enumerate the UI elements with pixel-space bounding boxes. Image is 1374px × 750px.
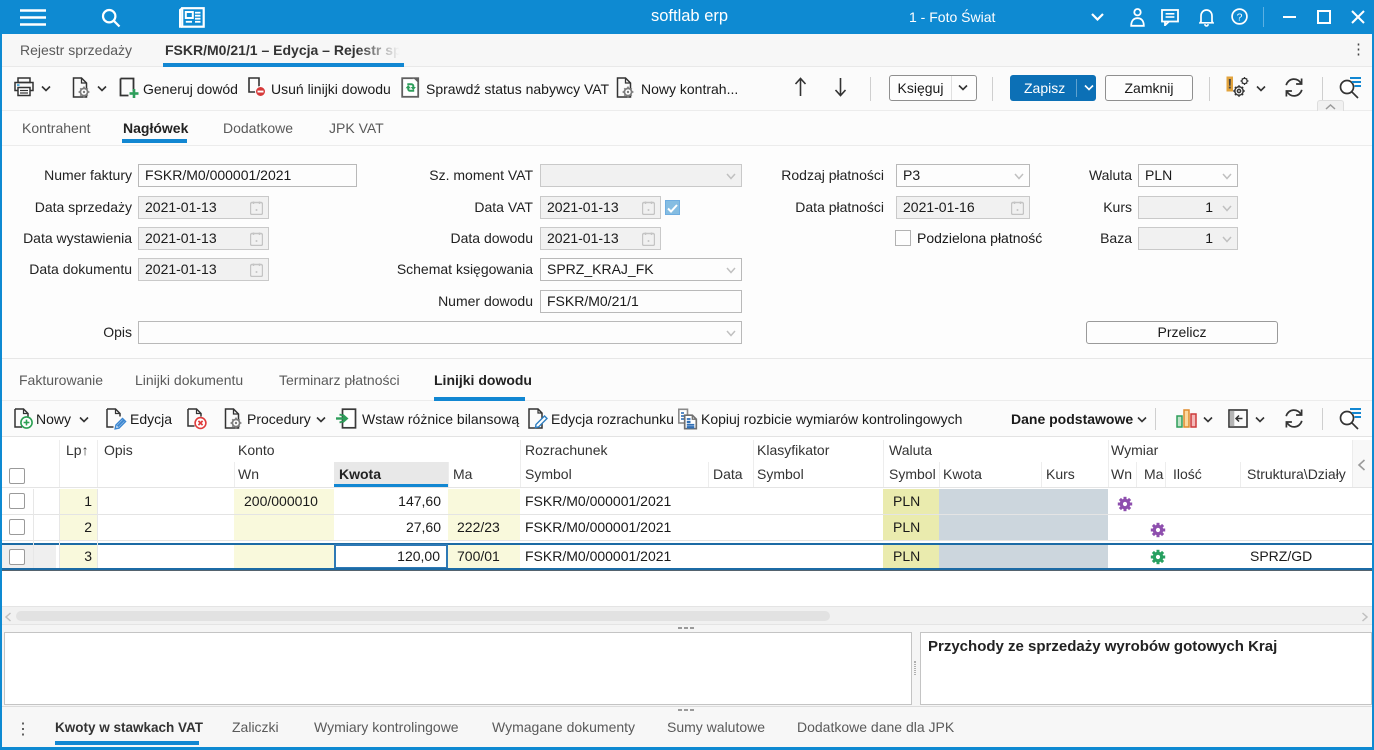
svg-text:?: ? [1237,11,1243,23]
svg-text:!: ! [1227,76,1232,92]
